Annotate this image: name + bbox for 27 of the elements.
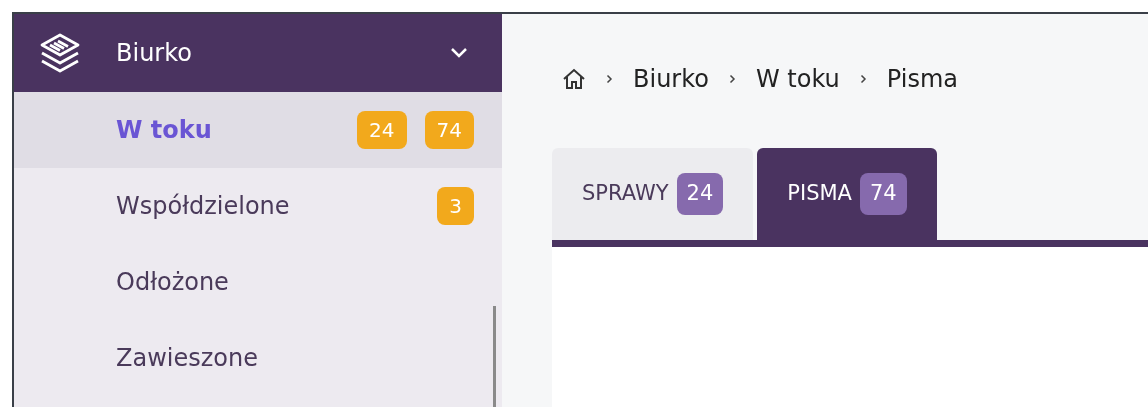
chevron-right-icon: [728, 74, 736, 84]
sidebar-item[interactable]: Odłożone: [14, 244, 502, 320]
chevron-down-icon: [450, 47, 468, 59]
chevron-right-icon: [859, 74, 867, 84]
chevron-right-icon: [606, 74, 613, 84]
scrollbar[interactable]: [493, 306, 496, 407]
tab[interactable]: PISMA 74: [757, 148, 937, 240]
tab-label: PISMA: [787, 180, 852, 208]
section-header[interactable]: Biurko: [14, 14, 502, 92]
breadcrumb-link[interactable]: W toku: [755, 61, 840, 97]
count-badge: 74: [424, 111, 474, 149]
item-label: W toku: [116, 115, 213, 146]
item-label: Odłożone: [116, 267, 230, 298]
tab-label: SPRAWY: [582, 180, 669, 208]
section-title: Biurko: [116, 38, 193, 69]
sidebar-item[interactable]: Współdzielone 3: [14, 168, 502, 244]
count-badge: 24: [676, 173, 724, 215]
count-badge: 74: [859, 173, 907, 215]
tab[interactable]: SPRAWY 24: [552, 148, 754, 240]
count-badge: 24: [357, 111, 407, 149]
sidebar-item[interactable]: Zawieszone: [14, 320, 502, 396]
sidebar-item[interactable]: W toku 24 74: [14, 92, 502, 168]
breadcrumb-link[interactable]: Biurko: [633, 61, 709, 97]
count-badge: 3: [437, 187, 474, 225]
home-icon[interactable]: [562, 68, 586, 90]
item-label: Zawieszone: [116, 343, 259, 374]
item-label: Współdzielone: [116, 191, 291, 222]
